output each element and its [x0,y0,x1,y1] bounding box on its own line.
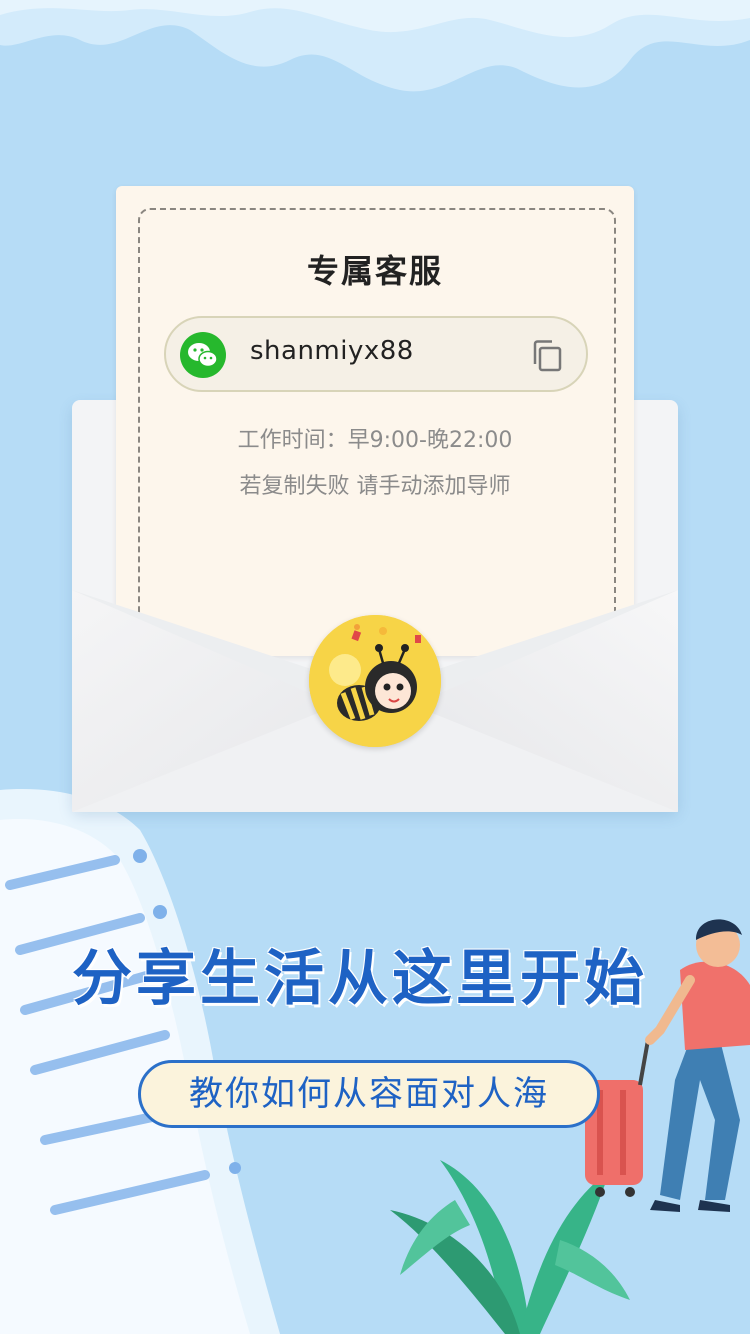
copy-icon[interactable] [530,338,564,374]
card-title: 专属客服 [306,252,443,290]
working-hours: 工作时间：早9:00-晚22:00 [237,428,513,453]
copy-fail-hint: 若复制失败 请手动添加导师 [239,474,511,499]
wechat-id-field[interactable]: shanmiyx88 [164,316,588,392]
wechat-icon [180,332,226,378]
bee-avatar[interactable] [309,615,441,747]
wechat-id-text[interactable]: shanmiyx88 [250,336,414,366]
promo-headline: 分享生活从这里开始 [72,944,648,1014]
promo-subheadline: 教你如何从容面对人海 [138,1060,600,1128]
